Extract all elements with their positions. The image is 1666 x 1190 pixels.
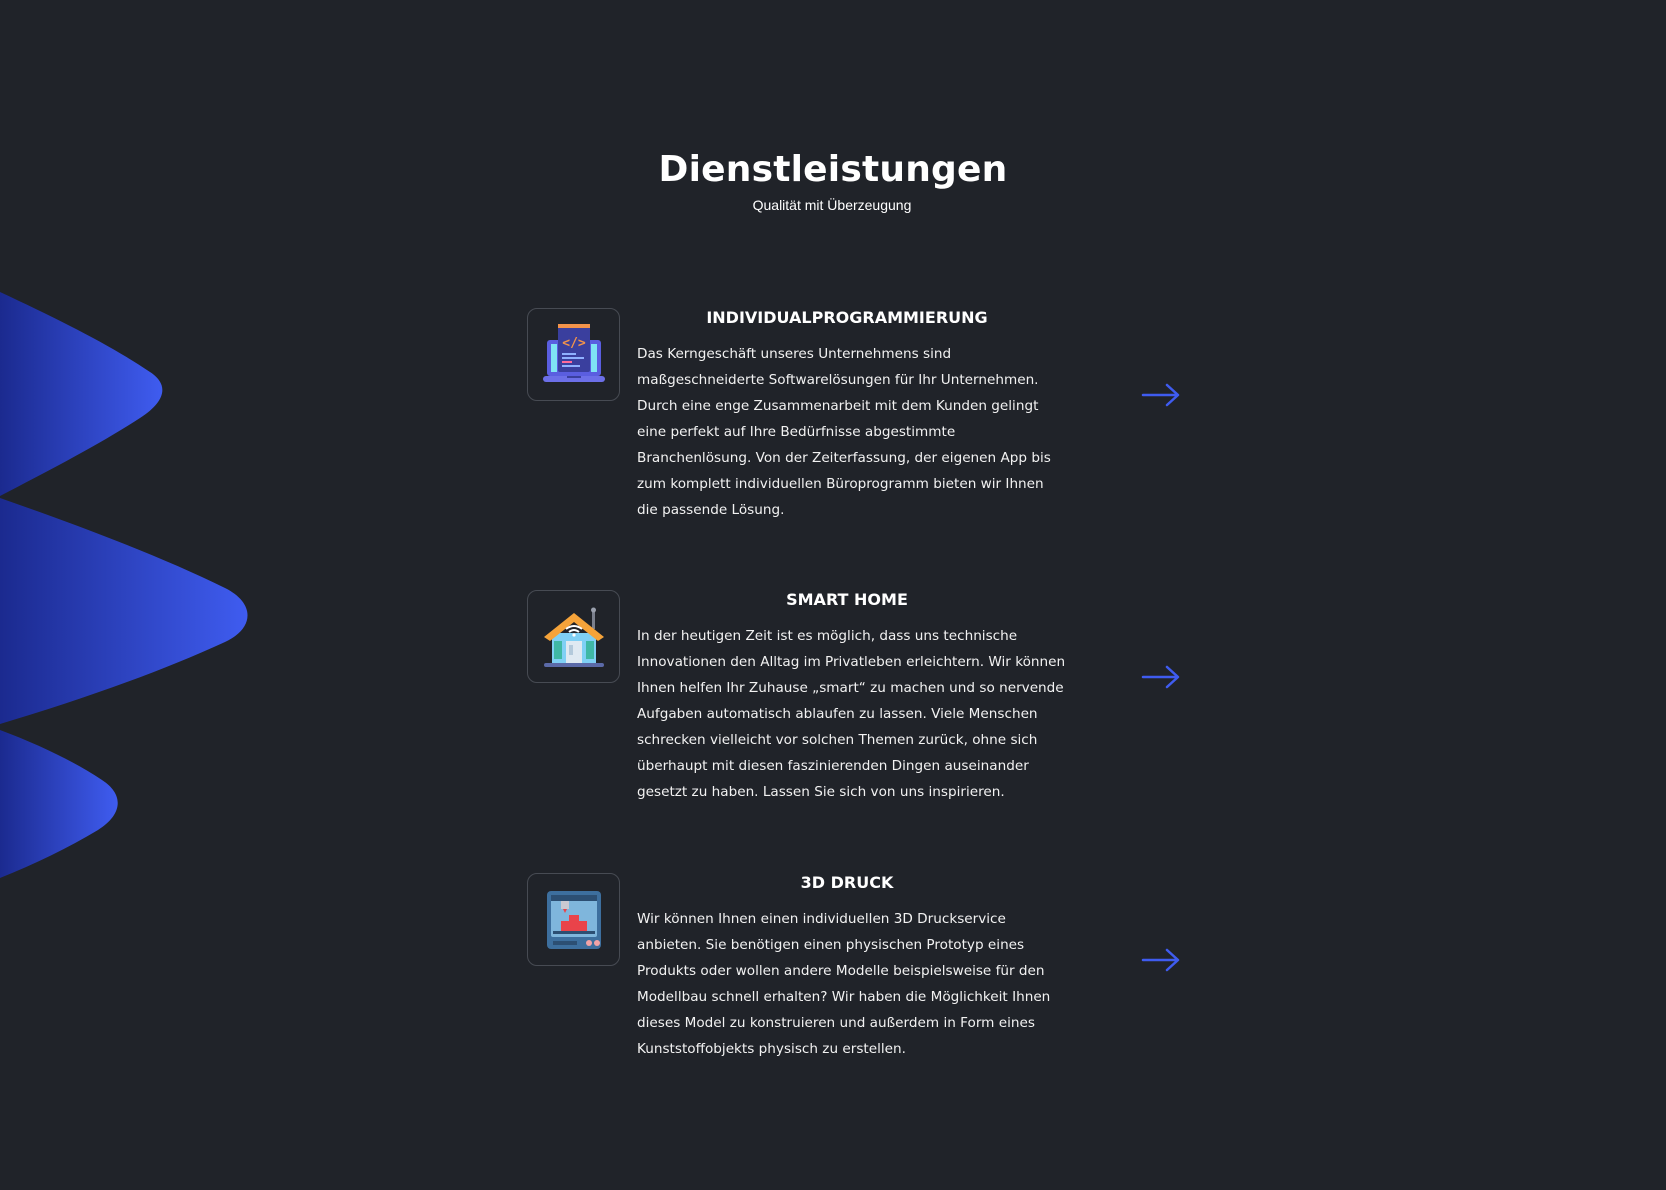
service-icon-box: </>: [527, 308, 620, 401]
service-description: In der heutigen Zeit ist es möglich, das…: [637, 628, 1066, 800]
service-icon-box: [527, 590, 620, 683]
service-title: INDIVIDUALPROGRAMMIERUNG: [706, 308, 988, 327]
services-section: Dienstleistungen Qualität mit Überzeugun…: [0, 0, 1666, 1190]
arrow-right-icon[interactable]: [1141, 664, 1181, 690]
laptop-code-icon: </>: [542, 323, 605, 382]
section-subtitle: Qualität mit Überzeugung: [752, 197, 912, 213]
service-title: 3D DRUCK: [800, 873, 894, 892]
service-icon-box: [527, 873, 620, 966]
arrow-right-icon[interactable]: [1141, 382, 1181, 408]
service-description: Das Kerngeschäft unseres Unternehmens si…: [637, 346, 1051, 518]
smart-house-icon: [543, 607, 604, 667]
section-heading: Dienstleistungen Qualität mit Überzeugun…: [0, 146, 1666, 214]
service-description: Wir können Ihnen einen individuellen 3D …: [637, 911, 1051, 1057]
3d-printer-icon: [546, 890, 601, 949]
svg-text:</>: </>: [562, 336, 586, 351]
section-title: Dienstleistungen: [658, 149, 1008, 190]
arrow-right-icon[interactable]: [1141, 947, 1181, 973]
service-title: SMART HOME: [786, 590, 908, 609]
